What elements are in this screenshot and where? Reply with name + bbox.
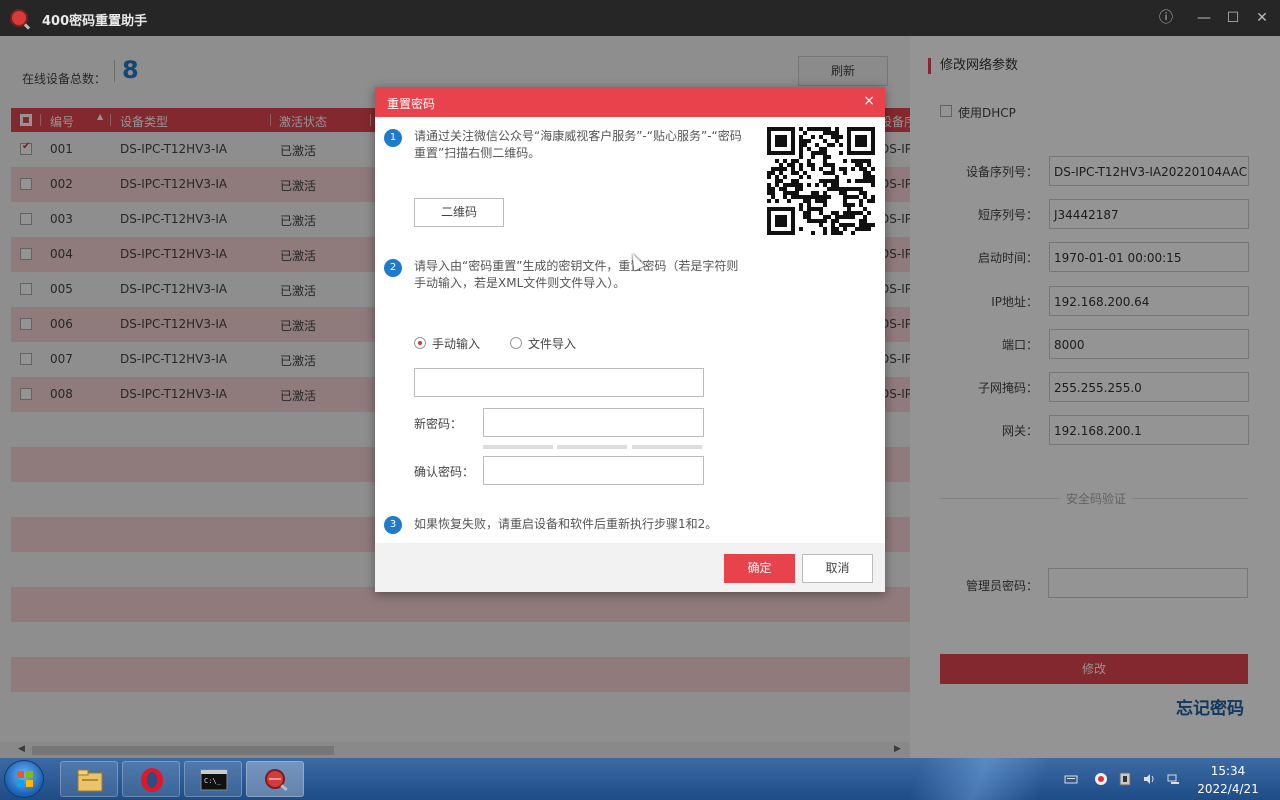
app-logo-icon — [10, 9, 28, 27]
qr-code-image — [767, 127, 875, 235]
taskbar-cmd[interactable]: C:\_ — [184, 761, 242, 797]
clock-time[interactable]: 15:34 — [1198, 764, 1258, 778]
key-input[interactable] — [414, 368, 704, 397]
dialog-header: 重置密码 × — [375, 87, 885, 117]
record-icon[interactable] — [1094, 772, 1108, 786]
taskbar-shine — [880, 758, 1080, 800]
file-import-label: 文件导入 — [528, 337, 577, 351]
strength-bar-medium — [557, 445, 627, 449]
dialog-footer: 确定 取消 — [375, 543, 885, 592]
confirm-password-input[interactable] — [483, 456, 704, 485]
app-title: 400密码重置助手 — [42, 14, 148, 29]
close-icon[interactable]: ✕ — [1252, 8, 1272, 28]
reset-password-dialog: 重置密码 × 1 请通过关注微信公众号“海康威视客户服务”-“贴心服务”-“密码… — [375, 87, 885, 592]
confirm-password-label: 确认密码： — [414, 465, 475, 479]
taskbar-explorer[interactable] — [60, 761, 118, 797]
dialog-title: 重置密码 — [387, 97, 436, 111]
reset-tool-icon — [265, 769, 288, 792]
step-3-text: 如果恢复失败，请重启设备和软件后重新执行步骤1和2。 — [414, 517, 718, 531]
taskbar-reset-tool[interactable] — [246, 761, 304, 797]
info-icon[interactable]: ⓘ — [1156, 8, 1176, 28]
terminal-icon: C:\_ — [200, 769, 228, 791]
manual-input-radio[interactable] — [414, 337, 426, 349]
media-icon[interactable] — [1118, 772, 1132, 786]
start-button[interactable] — [4, 760, 44, 798]
minimize-icon[interactable]: — — [1194, 8, 1214, 28]
qr-code-button[interactable]: 二维码 — [414, 198, 504, 227]
new-password-input[interactable] — [483, 408, 704, 437]
step-3-badge: 3 — [384, 516, 402, 534]
step-2-badge: 2 — [384, 259, 402, 277]
confirm-button[interactable]: 确定 — [724, 554, 795, 583]
manual-input-label: 手动输入 — [432, 337, 481, 351]
volume-icon[interactable] — [1142, 772, 1156, 786]
folder-icon — [77, 769, 103, 792]
step-2-text: 请导入由“密码重置”生成的密钥文件，重置密码（若是字符则手动输入，若是XML文件… — [414, 259, 739, 290]
strength-bar-strong — [632, 445, 702, 449]
clock-date[interactable]: 2022/4/21 — [1190, 782, 1266, 796]
opera-icon — [141, 768, 163, 792]
title-bar: 400密码重置助手 ⓘ — ☐ ✕ — [0, 0, 1280, 36]
keyboard-icon[interactable] — [1064, 772, 1078, 786]
cancel-button[interactable]: 取消 — [802, 554, 873, 583]
step-1-text: 请通过关注微信公众号“海康威视客户服务”-“贴心服务”-“密码重置”扫描右侧二维… — [414, 129, 742, 160]
dialog-close-icon[interactable]: × — [863, 93, 875, 109]
strength-bar-weak — [483, 445, 553, 449]
svg-text:C:\_: C:\_ — [204, 777, 222, 785]
file-import-radio[interactable] — [510, 337, 522, 349]
windows-logo-icon — [17, 771, 33, 787]
maximize-icon[interactable]: ☐ — [1223, 8, 1243, 28]
step-1-badge: 1 — [384, 129, 402, 147]
new-password-label: 新密码： — [414, 417, 463, 431]
network-icon[interactable] — [1166, 772, 1180, 786]
taskbar-opera[interactable] — [122, 761, 180, 797]
taskbar: C:\_ 15:34 2022/4/21 — [0, 758, 1280, 800]
